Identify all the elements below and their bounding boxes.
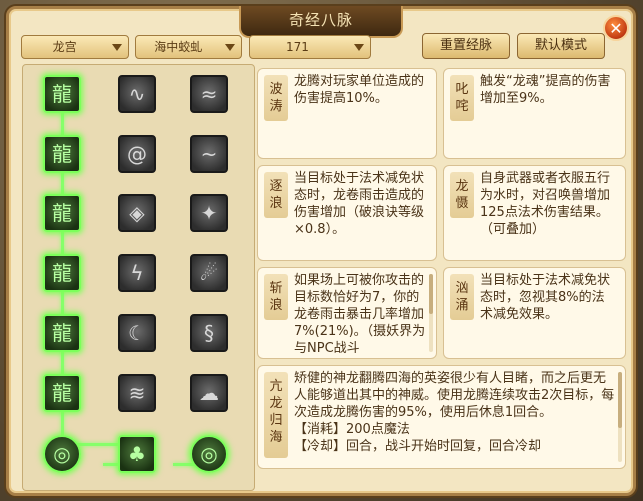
- talent-tag: 叱咤: [450, 75, 474, 121]
- path-dropdown-label: 海中蛟虬: [154, 40, 203, 54]
- dark-bird-icon[interactable]: ✦: [190, 194, 228, 232]
- talent-desc: 当目标处于法术减免状态时，龙卷雨击造成的伤害增加（破浪诀等级×0.8）。: [294, 171, 425, 237]
- scroll-thumb[interactable]: [429, 274, 433, 314]
- dragon-water-icon[interactable]: 龍: [43, 75, 81, 113]
- talent-card-xiongyong[interactable]: 汹涌 当目标处于法术减免状态时，忽视其8%的法术减免效果。: [443, 267, 626, 359]
- dragon-wave-icon[interactable]: 龍: [43, 135, 81, 173]
- comet-icon[interactable]: ☄: [190, 254, 228, 292]
- talent-desc: 自身武器或者衣服五行为水时，对召唤兽增加125点法术伤害结果。（可叠加）: [480, 171, 611, 237]
- talent-desc: 龙腾对玩家单位造成的伤害提高10%。: [294, 74, 425, 106]
- window-title: 奇经八脉: [239, 6, 403, 38]
- scroll-thumb[interactable]: [618, 372, 622, 428]
- ancient-glyph-icon[interactable]: ◈: [118, 194, 156, 232]
- close-button[interactable]: ✕: [603, 15, 629, 41]
- twin-dragon-icon[interactable]: §: [190, 314, 228, 352]
- reset-meridian-button[interactable]: 重置经脉: [422, 33, 510, 59]
- path-dropdown[interactable]: 海中蛟虬: [135, 35, 242, 59]
- card-scrollbar[interactable]: [618, 372, 622, 462]
- default-mode-button[interactable]: 默认模式: [517, 33, 605, 59]
- talent-desc: 如果场上可被你攻击的目标数恰好为7，你的龙卷雨击暴击几率增加7%(21%)。（摄…: [294, 273, 426, 354]
- talent-tag: 龙慑: [450, 172, 474, 218]
- level-dropdown[interactable]: 171: [249, 35, 371, 59]
- talent-card-kanglong[interactable]: 亢龙归海 矫健的神龙翻腾四海的英姿很少有人目睹，而之后更无人能够道出其中的神威。…: [257, 365, 626, 469]
- school-dropdown-label: 龙宫: [52, 40, 77, 54]
- meridian-window: 奇经八脉 ✕ 龙宫 海中蛟虬 171 重置经脉 默认模式 龍 ∿ ≈ 龍 @ ~ 龍 ◈ ✦ 龍 ϟ…: [6, 6, 636, 496]
- talent-cards-area: 波涛 龙腾对玩家单位造成的伤害提高10%。 叱咤 触发“龙魂”提高的伤害增加至9…: [257, 68, 637, 493]
- talent-card-chizha[interactable]: 叱咤 触发“龙魂”提高的伤害增加至9%。: [443, 68, 626, 159]
- chevron-down-icon: [225, 44, 235, 51]
- talent-card-zhanlang[interactable]: 斩浪 如果场上可被你攻击的目标数恰好为7，你的龙卷雨击暴击几率增加7%(21%)…: [257, 267, 437, 359]
- talent-desc: 矫健的神龙翻腾四海的英姿很少有人目睹，而之后更无人能够道出其中的神威。使用龙腾连…: [294, 371, 615, 420]
- spiral-cloud-icon[interactable]: @: [118, 135, 156, 173]
- school-dropdown[interactable]: 龙宫: [21, 35, 129, 59]
- card-scrollbar[interactable]: [429, 274, 433, 352]
- talent-cost: 【消耗】200点魔法: [294, 422, 410, 437]
- wave-swirl-icon[interactable]: ≈: [190, 75, 228, 113]
- dragon-coil-icon[interactable]: ∿: [118, 75, 156, 113]
- dragon-claw-icon[interactable]: 龍: [43, 254, 81, 292]
- dragon-tail-icon[interactable]: 龍: [43, 314, 81, 352]
- lightning-branch-icon[interactable]: ϟ: [118, 254, 156, 292]
- talent-desc: 当目标处于法术减免状态时，忽视其8%的法术减免效果。: [480, 273, 611, 322]
- wave-crest-icon[interactable]: ≋: [118, 374, 156, 412]
- talent-desc: 触发“龙魂”提高的伤害增加至9%。: [480, 74, 611, 106]
- talent-card-botao[interactable]: 波涛 龙腾对玩家单位造成的伤害提高10%。: [257, 68, 437, 159]
- chevron-down-icon: [354, 44, 364, 51]
- talent-tag: 逐浪: [264, 172, 288, 218]
- rain-cloud-icon[interactable]: ☁: [190, 374, 228, 412]
- talent-card-longshe[interactable]: 龙慑 自身武器或者衣服五行为水时，对召唤兽增加125点法术伤害结果。（可叠加）: [443, 165, 626, 261]
- dragon-orb-icon[interactable]: ◎: [190, 435, 228, 473]
- skill-tree-panel: 龍 ∿ ≈ 龍 @ ~ 龍 ◈ ✦ 龍 ϟ ☄ 龍 ☾ § 龍 ≋ ☁ ◎ ♣ ◎: [22, 64, 255, 491]
- dragon-orb-icon[interactable]: ◎: [43, 435, 81, 473]
- dragon-roar-icon[interactable]: 龍: [43, 194, 81, 232]
- talent-desc-wrap: 矫健的神龙翻腾四海的英姿很少有人目睹，而之后更无人能够道出其中的神威。使用龙腾连…: [294, 370, 617, 464]
- talent-extra: 【冷却】回合，战斗开始时回复，回合冷却: [294, 439, 542, 454]
- talent-tag: 亢龙归海: [264, 372, 288, 458]
- talent-tag: 汹涌: [450, 274, 474, 320]
- crescent-moon-icon[interactable]: ☾: [118, 314, 156, 352]
- wind-curl-icon[interactable]: ~: [190, 135, 228, 173]
- chevron-down-icon: [112, 44, 122, 51]
- talent-card-zhulang[interactable]: 逐浪 当目标处于法术减免状态时，龙卷雨击造成的伤害增加（破浪诀等级×0.8）。: [257, 165, 437, 261]
- level-dropdown-label: 171: [285, 40, 309, 54]
- talent-tag: 斩浪: [264, 274, 288, 320]
- talent-tag: 波涛: [264, 75, 288, 121]
- dragon-storm-icon[interactable]: 龍: [43, 374, 81, 412]
- dragon-tree-icon[interactable]: ♣: [118, 435, 156, 473]
